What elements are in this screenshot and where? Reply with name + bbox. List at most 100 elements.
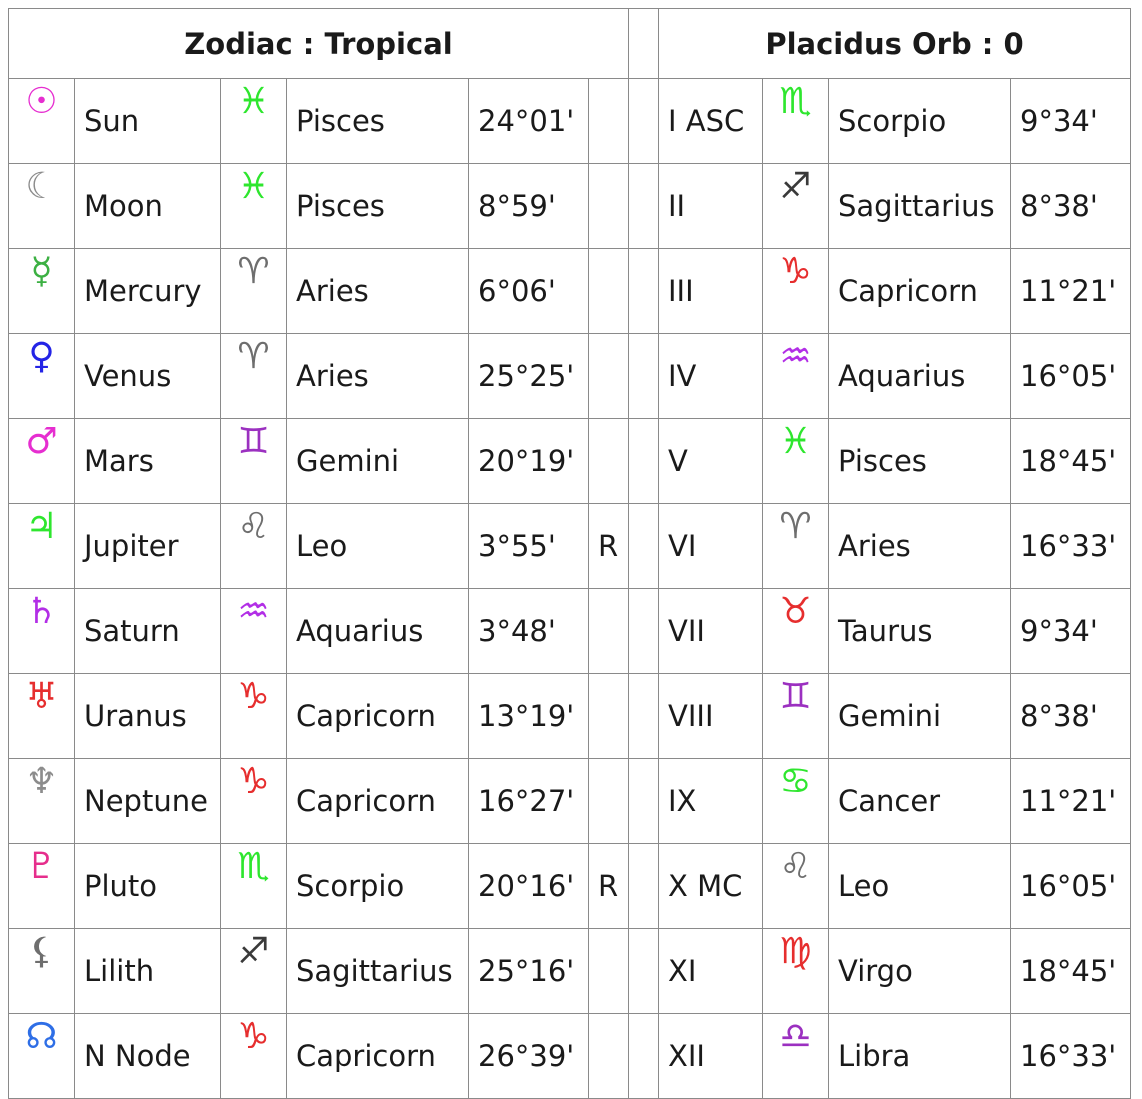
planet-sign: Aquarius	[286, 588, 469, 674]
header-row: Zodiac : Tropical Placidus Orb : 0	[8, 8, 1131, 79]
house-sign-glyph-cell: ♈	[762, 503, 829, 589]
column-gap	[628, 758, 659, 844]
planet-degree: 20°19'	[468, 418, 589, 504]
planet-sign: Capricorn	[286, 758, 469, 844]
planet-glyph-cell: ♅	[8, 673, 75, 759]
planet-sign-glyph-cell: ♈	[220, 333, 287, 419]
capricorn-icon: ♑	[237, 761, 270, 802]
capricorn-icon: ♑	[779, 251, 812, 292]
planet-glyph-cell: ♀	[8, 333, 75, 419]
table-row: ♅ Uranus ♑ Capricorn 13°19' VIII ♊ Gemini 8°38'	[8, 673, 1131, 759]
house-sign: Pisces	[828, 418, 1011, 504]
scorpio-icon: ♏	[237, 846, 270, 887]
aries-icon: ♈	[237, 251, 270, 292]
aquarius-icon: ♒	[237, 591, 270, 632]
house-sign-glyph-cell: ♑	[762, 248, 829, 334]
planet-sign-glyph-cell: ♓	[220, 78, 287, 164]
planet-sign: Pisces	[286, 163, 469, 249]
planet-sign-glyph-cell: ♑	[220, 673, 287, 759]
house-degree: 9°34'	[1010, 588, 1131, 674]
planet-degree: 6°06'	[468, 248, 589, 334]
table-row: ♀ Venus ♈ Aries 25°25' IV ♒ Aquarius 16°05'	[8, 333, 1131, 419]
planet-degree: 20°16'	[468, 843, 589, 929]
cancer-icon: ♋	[779, 761, 812, 802]
planet-sign-glyph-cell: ♏	[220, 843, 287, 929]
planet-retrograde	[588, 673, 629, 759]
house-sign-glyph-cell: ♒	[762, 333, 829, 419]
capricorn-icon: ♑	[237, 676, 270, 717]
planet-retrograde: R	[588, 843, 629, 929]
planet-degree: 25°25'	[468, 333, 589, 419]
table-row: ♄ Saturn ♒ Aquarius 3°48' VII ♉ Taurus 9°34'	[8, 588, 1131, 674]
pisces-icon: ♓	[237, 166, 270, 207]
astrology-chart-table: Zodiac : Tropical Placidus Orb : 0 ☉ Sun ♓…	[8, 8, 1131, 1099]
planet-glyph-cell: ♇	[8, 843, 75, 929]
lilith-icon: ⚸	[28, 931, 55, 972]
table-row: ♆ Neptune ♑ Capricorn 16°27' IX ♋ Cancer 11°21'	[8, 758, 1131, 844]
house-sign: Sagittarius	[828, 163, 1011, 249]
planet-glyph-cell: ☉	[8, 78, 75, 164]
planet-glyph-cell: ♄	[8, 588, 75, 674]
house-sign: Virgo	[828, 928, 1011, 1014]
planet-degree: 16°27'	[468, 758, 589, 844]
planet-degree: 26°39'	[468, 1013, 589, 1099]
aries-icon: ♈	[237, 336, 270, 377]
house-number: V	[658, 418, 763, 504]
pluto-icon: ♇	[25, 846, 58, 887]
planet-sign: Gemini	[286, 418, 469, 504]
house-sign: Scorpio	[828, 78, 1011, 164]
planet-retrograde	[588, 758, 629, 844]
planet-sign-glyph-cell: ♌	[220, 503, 287, 589]
planet-name: Uranus	[74, 673, 221, 759]
moon-icon: ☾	[25, 166, 58, 207]
planet-glyph-cell: ♆	[8, 758, 75, 844]
neptune-icon: ♆	[25, 761, 58, 802]
planet-degree: 24°01'	[468, 78, 589, 164]
column-gap	[628, 78, 659, 164]
planet-sign-glyph-cell: ♈	[220, 248, 287, 334]
capricorn-icon: ♑	[237, 1016, 270, 1057]
planet-name: Saturn	[74, 588, 221, 674]
planet-sign: Sagittarius	[286, 928, 469, 1014]
planet-degree: 25°16'	[468, 928, 589, 1014]
column-gap	[628, 673, 659, 759]
saturn-icon: ♄	[25, 591, 58, 632]
house-degree: 8°38'	[1010, 673, 1131, 759]
house-degree: 11°21'	[1010, 248, 1131, 334]
planet-name: Sun	[74, 78, 221, 164]
table-row: ☉ Sun ♓ Pisces 24°01' I ASC ♏ Scorpio 9°34'	[8, 78, 1131, 164]
planet-name: N Node	[74, 1013, 221, 1099]
planet-retrograde	[588, 418, 629, 504]
table-row: ☾ Moon ♓ Pisces 8°59' II ♐ Sagittarius 8°38'	[8, 163, 1131, 249]
house-degree: 11°21'	[1010, 758, 1131, 844]
column-gap	[628, 503, 659, 589]
table-row: ♂ Mars ♊ Gemini 20°19' V ♓ Pisces 18°45'	[8, 418, 1131, 504]
house-number: I ASC	[658, 78, 763, 164]
house-degree: 16°05'	[1010, 843, 1131, 929]
planet-retrograde	[588, 163, 629, 249]
house-sign: Aries	[828, 503, 1011, 589]
planet-sign-glyph-cell: ♑	[220, 1013, 287, 1099]
planet-retrograde	[588, 588, 629, 674]
planet-name: Lilith	[74, 928, 221, 1014]
planet-degree: 8°59'	[468, 163, 589, 249]
gemini-icon: ♊	[237, 421, 270, 462]
planet-sign: Pisces	[286, 78, 469, 164]
house-sign-glyph-cell: ♌	[762, 843, 829, 929]
house-sign: Cancer	[828, 758, 1011, 844]
column-gap	[628, 248, 659, 334]
north-node-icon: ☊	[25, 1016, 58, 1057]
table-row: ☿ Mercury ♈ Aries 6°06' III ♑ Capricorn 11°21'	[8, 248, 1131, 334]
house-sign-glyph-cell: ♉	[762, 588, 829, 674]
aquarius-icon: ♒	[779, 336, 812, 377]
house-degree: 9°34'	[1010, 78, 1131, 164]
column-gap	[628, 8, 659, 79]
pisces-icon: ♓	[779, 421, 812, 462]
house-system-header: Placidus Orb : 0	[658, 8, 1131, 79]
table-row: ⚸ Lilith ♐ Sagittarius 25°16' XI ♍ Virgo 18°45'	[8, 928, 1131, 1014]
house-sign-glyph-cell: ♐	[762, 163, 829, 249]
planet-glyph-cell: ☾	[8, 163, 75, 249]
house-sign-glyph-cell: ♓	[762, 418, 829, 504]
planet-sign: Scorpio	[286, 843, 469, 929]
planet-degree: 13°19'	[468, 673, 589, 759]
